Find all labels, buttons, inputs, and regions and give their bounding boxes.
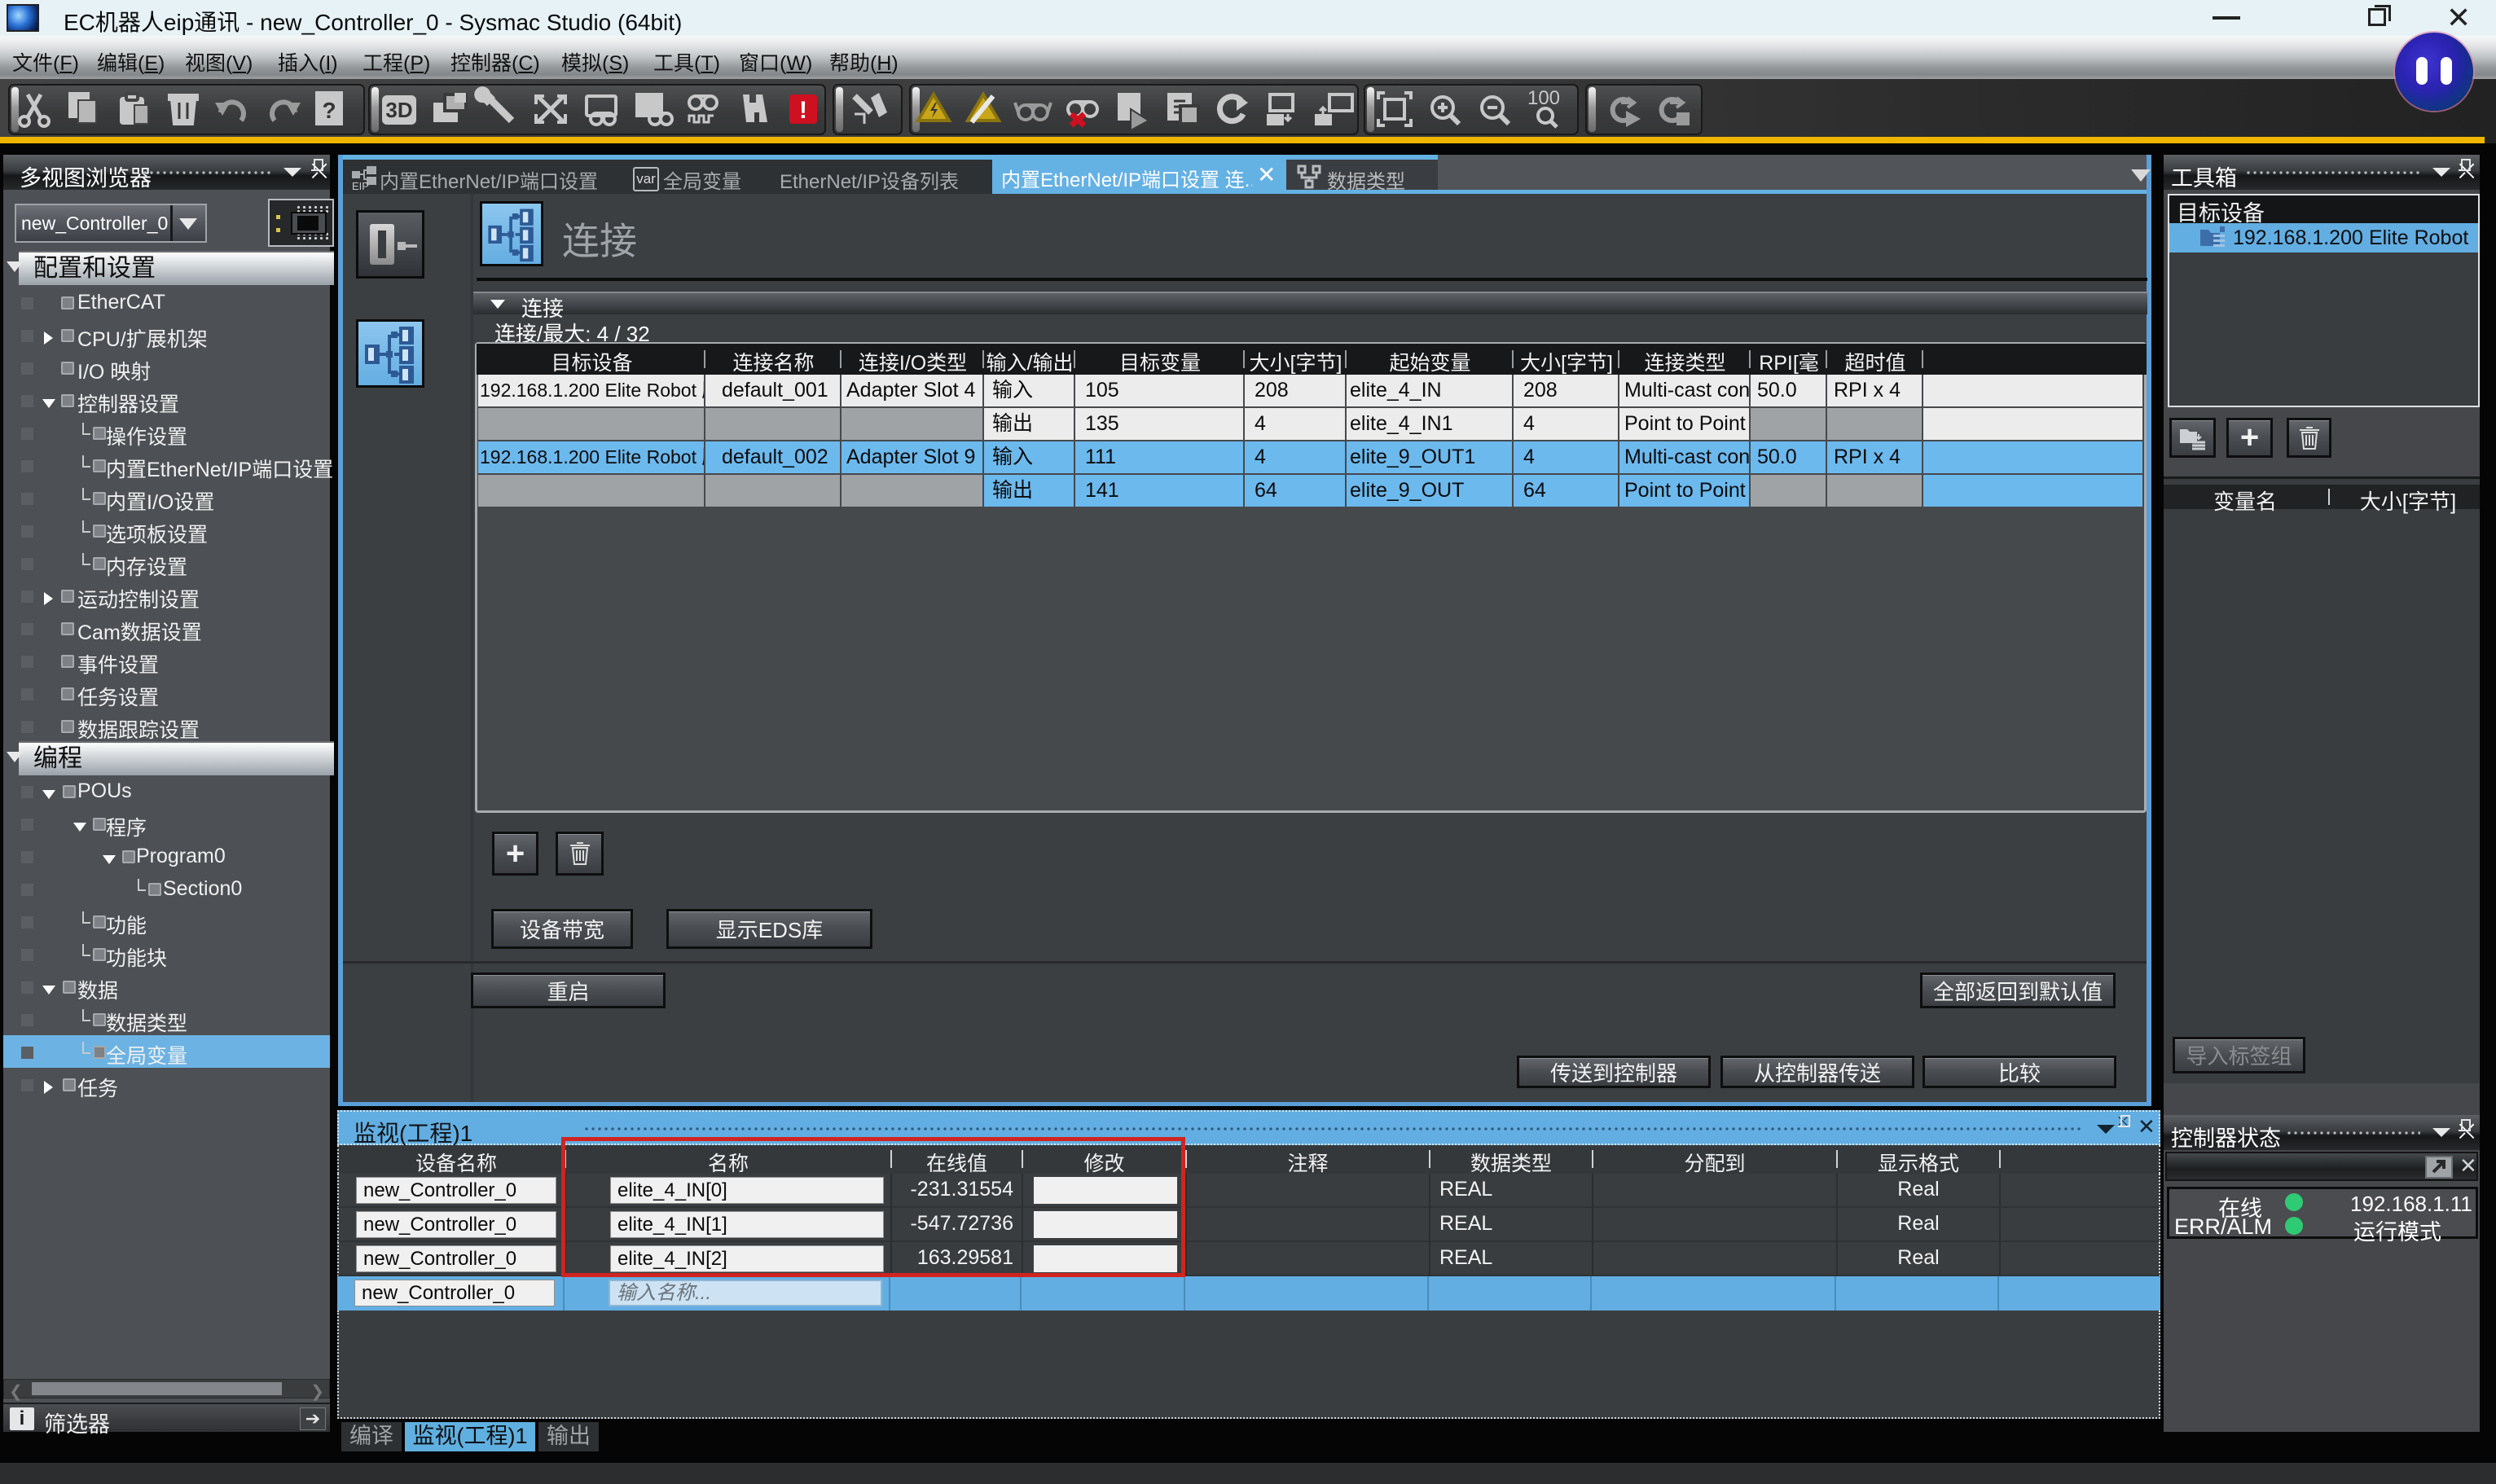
svg-text:EIP: EIP <box>352 180 369 191</box>
svg-text:?: ? <box>322 98 336 123</box>
svg-text:3D: 3D <box>385 98 412 122</box>
svg-text:100: 100 <box>1527 87 1560 109</box>
svg-text:!: ! <box>799 97 807 124</box>
